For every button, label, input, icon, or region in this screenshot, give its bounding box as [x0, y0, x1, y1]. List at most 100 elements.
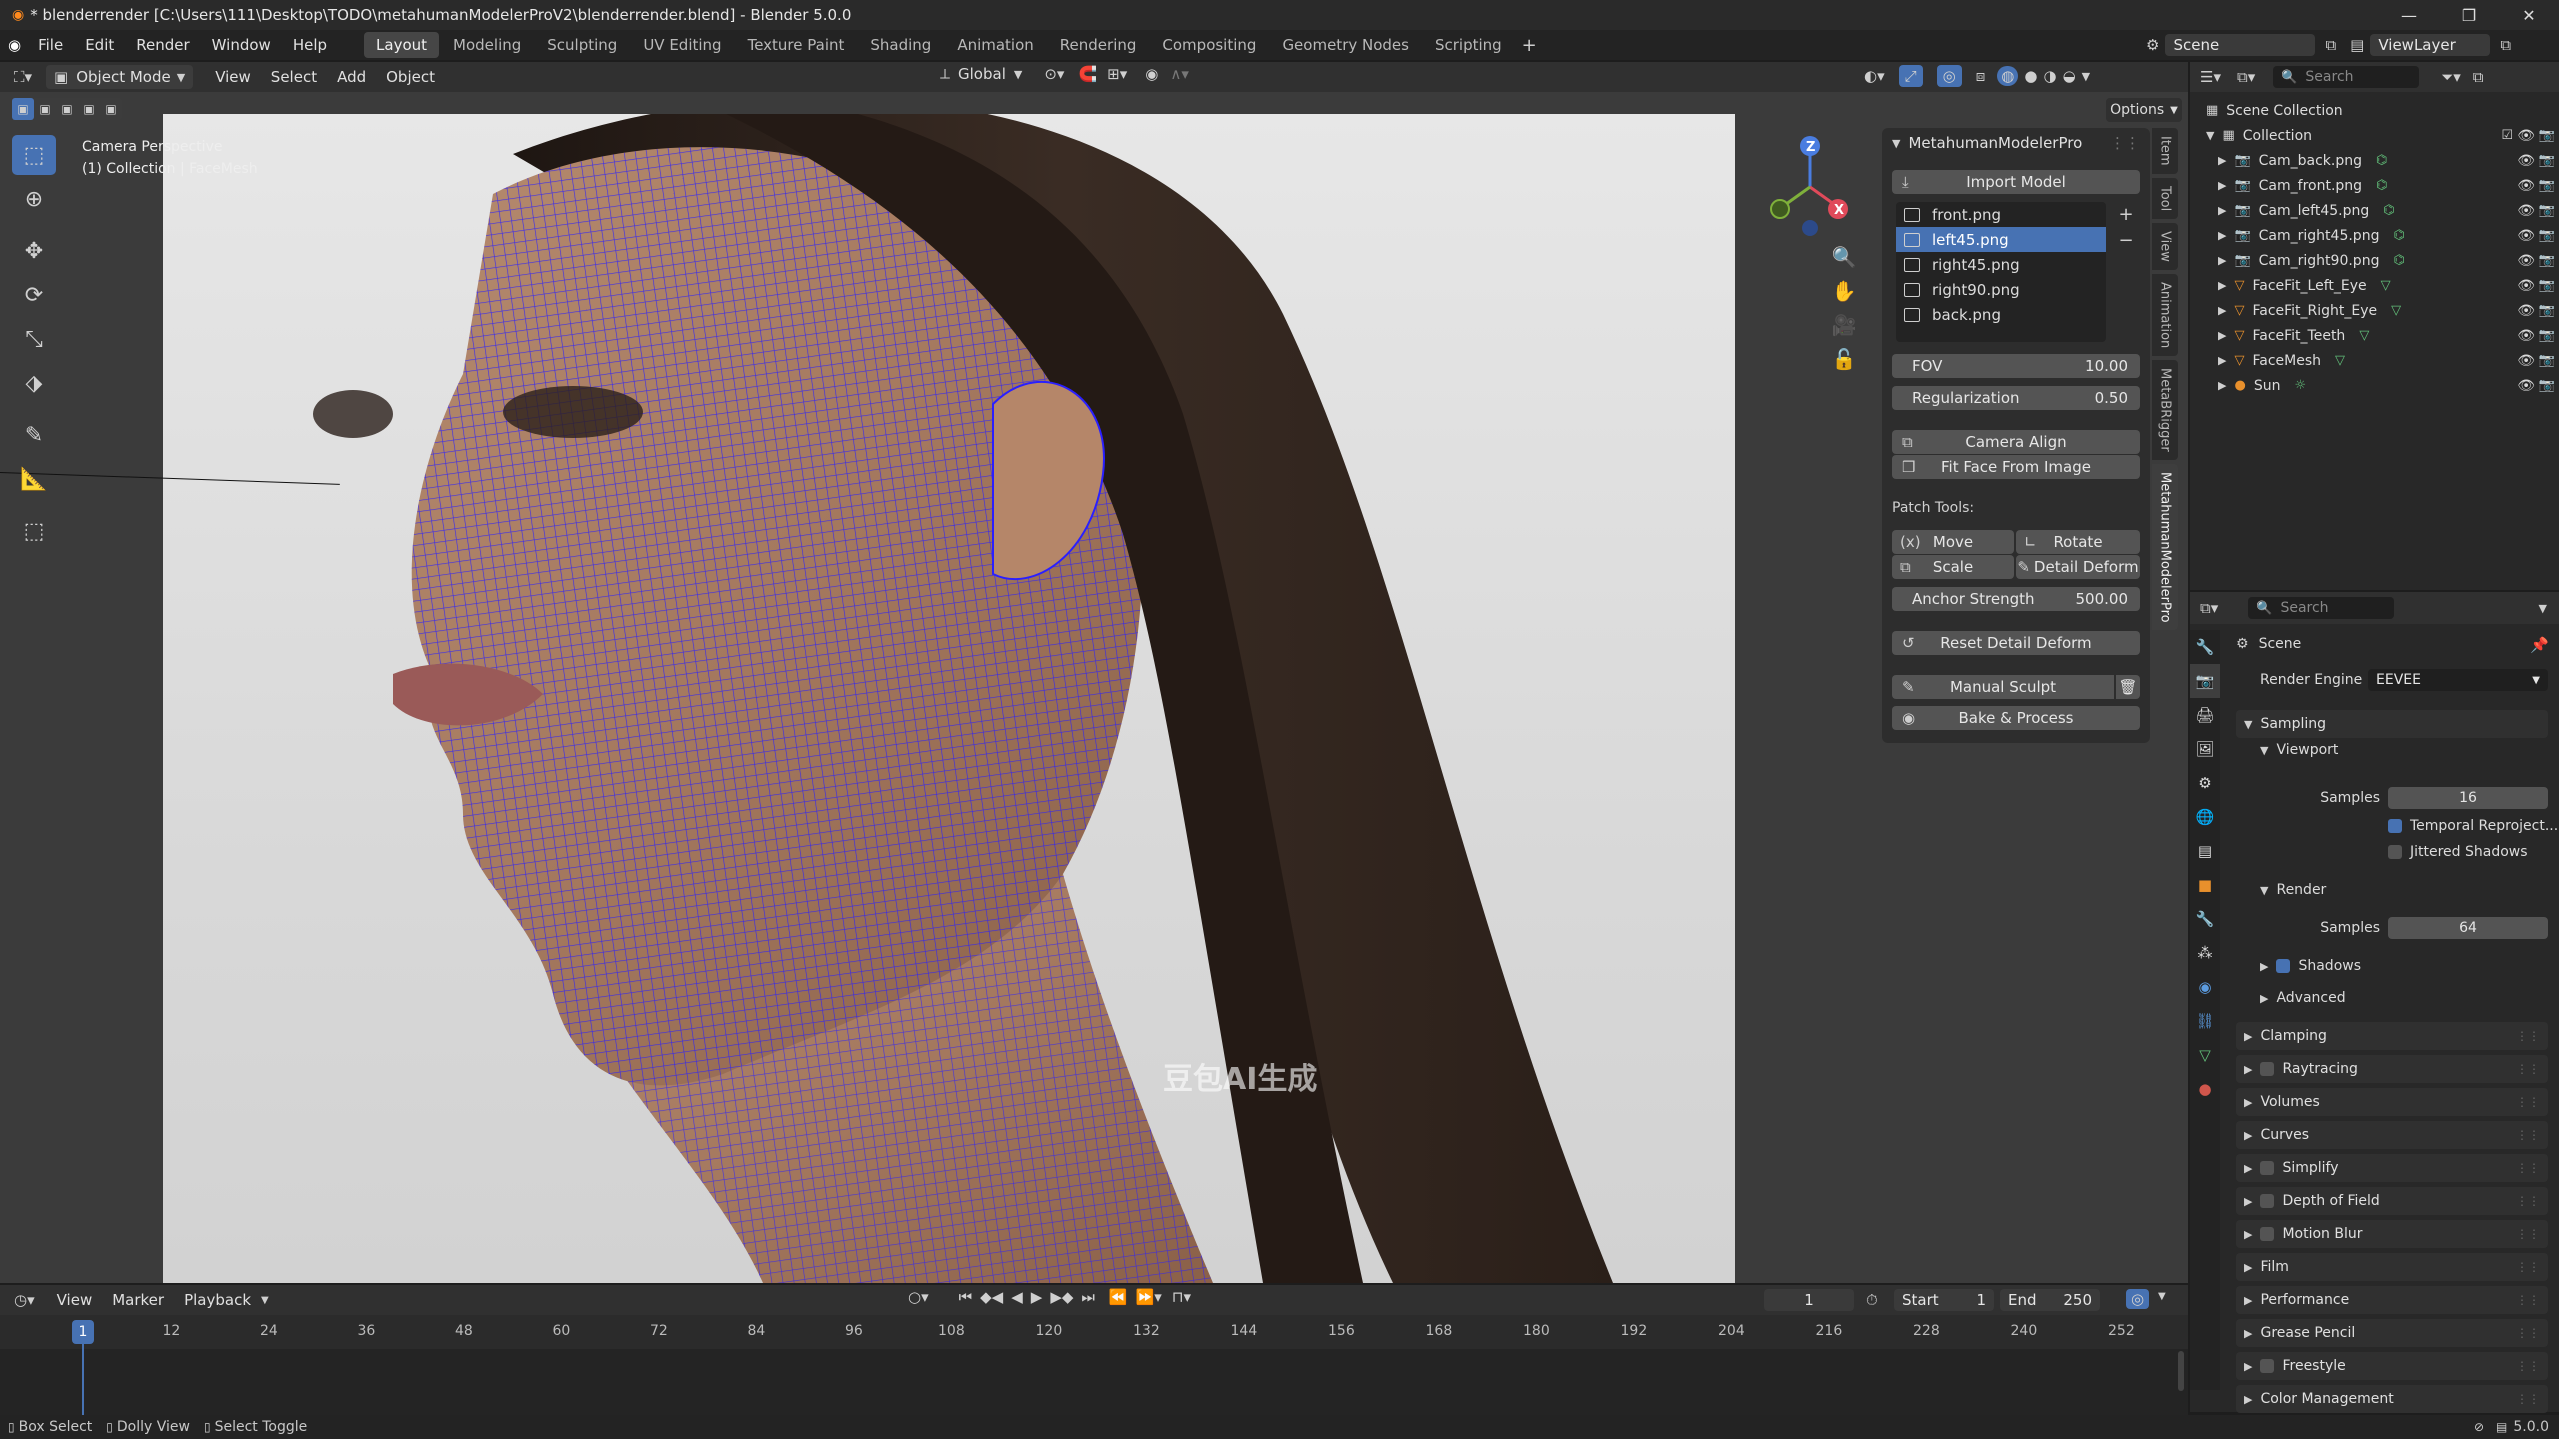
render-engine-dropdown[interactable]: EEVEE ▼ — [2368, 669, 2548, 691]
properties-search[interactable]: 🔍 Search — [2248, 597, 2395, 619]
xray-icon[interactable]: ⧈ — [1976, 67, 1986, 85]
menu-view[interactable]: View — [47, 1291, 103, 1309]
drag-handle-icon[interactable]: ⋮⋮ — [2516, 1128, 2540, 1142]
measure-tool[interactable]: 📐 — [12, 459, 56, 499]
drag-handle-icon[interactable]: ⋮⋮ — [2516, 1095, 2540, 1109]
cursor-tool[interactable]: ⊕ — [12, 179, 56, 219]
new-view-layer-icon[interactable]: ⧉ — [2500, 36, 2511, 54]
outliner-root[interactable]: ▦ Scene Collection — [2190, 98, 2559, 123]
section-sampling[interactable]: ▼ Sampling — [2236, 710, 2548, 738]
snap-target-icon[interactable]: ⊞▾ — [1107, 65, 1127, 83]
subsection-advanced[interactable]: ▶ Advanced — [2260, 990, 2346, 1006]
scale-tool[interactable]: ⤡ — [12, 319, 56, 359]
chevron-right-icon[interactable]: ▶ — [2218, 204, 2226, 217]
select-subtract-icon[interactable]: ▣ — [56, 98, 78, 120]
annotate-tool[interactable]: ✎ — [12, 415, 56, 455]
list-item[interactable]: left45.png — [1896, 227, 2106, 252]
chevron-down-icon[interactable]: ▼ — [2539, 602, 2547, 615]
move-button[interactable]: (x) Move — [1892, 530, 2014, 554]
render-camera-icon[interactable]: 📷 — [2539, 228, 2555, 243]
viewport-samples-field[interactable]: 16 — [2388, 787, 2548, 809]
mesh-data-icon[interactable]: ▽ — [2381, 278, 2391, 293]
constraints-tab-icon[interactable]: ⛓ — [2190, 1004, 2220, 1038]
add-cube-tool[interactable]: ⬚ — [12, 511, 56, 551]
chevron-right-icon[interactable]: ▶ — [2218, 379, 2226, 392]
list-item[interactable]: right45.png — [1896, 252, 2106, 277]
chevron-right-icon[interactable]: ▶ — [2218, 179, 2226, 192]
menu-add[interactable]: Add — [327, 68, 376, 86]
tool-tab-icon[interactable]: 🔧 — [2190, 630, 2220, 664]
move-tool[interactable]: ✥ — [12, 231, 56, 271]
select-box-tool[interactable]: ⬚ — [12, 135, 56, 175]
render-samples-field[interactable]: 64 — [2388, 917, 2548, 939]
outliner-item[interactable]: ▶ 📷 Cam_back.png ⌬ 👁 📷 — [2190, 148, 2559, 173]
timeline[interactable]: 12 24 36 48 60 72 84 96 108 120 132 144 156 168 180 192… — [0, 1315, 2188, 1415]
eye-icon[interactable]: 👁 — [2517, 178, 2535, 194]
view-layer-field[interactable]: ViewLayer — [2370, 34, 2491, 56]
remove-image-icon[interactable]: − — [2114, 228, 2138, 252]
tab-modeling[interactable]: Modeling — [441, 32, 533, 58]
overlay-icon[interactable]: ◎ — [2126, 1289, 2150, 1309]
close-button[interactable]: ✕ — [2499, 6, 2559, 25]
transform-tool[interactable]: ⬗ — [12, 363, 56, 403]
outliner-item[interactable]: ▶ ▽ FaceFit_Left_Eye ▽ 👁 📷 — [2190, 273, 2559, 298]
tab-scripting[interactable]: Scripting — [1423, 32, 1514, 58]
next-keyframe-icon[interactable]: ▶◆ — [1050, 1288, 1073, 1306]
select-invert-icon[interactable]: ▣ — [78, 98, 100, 120]
jittered-checkbox[interactable]: Jittered Shadows — [2388, 844, 2528, 860]
checkbox-icon[interactable] — [2260, 1359, 2275, 1373]
new-collection-icon[interactable]: ⧉ — [2473, 68, 2484, 86]
transform-orientation[interactable]: ⟂ Global ▼ ⊙▾ 🧲 ⊞▾ ◉ ∧▾ — [940, 65, 1189, 83]
eye-icon[interactable]: 👁 — [2517, 128, 2535, 144]
outliner-collection[interactable]: ▼ ▦ Collection ☑ 👁 📷 — [2190, 123, 2559, 148]
outliner-item[interactable]: ▶ 📷 Cam_right90.png ⌬ 👁 📷 — [2190, 248, 2559, 273]
gizmo-icon[interactable]: ⤢ — [1898, 65, 1923, 87]
temporal-checkbox[interactable]: Temporal Reproject... — [2388, 818, 2558, 834]
next-marker-icon[interactable]: ⏩▾ — [1136, 1288, 1162, 1306]
tab-metahumanmodelerpro[interactable]: MetahumanModelerPro — [2152, 463, 2178, 631]
panel-header[interactable]: ▼ MetahumanModelerPro ⋮⋮ — [1882, 128, 2150, 158]
start-frame-field[interactable]: Start 1 — [1894, 1289, 1994, 1311]
physics-tab-icon[interactable]: ◉ — [2190, 970, 2220, 1004]
jump-end-icon[interactable]: ⏭ — [1081, 1288, 1095, 1306]
view-layer-tab-icon[interactable]: 🖼 — [2190, 732, 2220, 766]
add-workspace-icon[interactable]: + — [1522, 35, 1537, 56]
section-volumes[interactable]: ▶ Volumes ⋮⋮ — [2236, 1088, 2548, 1116]
outliner-item[interactable]: ▶ ● Sun ☼ 👁 📷 — [2190, 373, 2559, 398]
pin-icon[interactable]: 📌 — [2530, 636, 2549, 654]
tab-shading[interactable]: Shading — [858, 32, 943, 58]
eye-icon[interactable]: 👁 — [2517, 253, 2535, 269]
menu-object[interactable]: Object — [376, 68, 445, 86]
drag-handle-icon[interactable]: ⋮⋮ — [2516, 1062, 2540, 1076]
lock-icon[interactable]: 🔓 — [1827, 342, 1861, 376]
outliner-item[interactable]: ▶ ▽ FaceMesh ▽ 👁 📷 — [2190, 348, 2559, 373]
chevron-right-icon[interactable]: ▶ — [2218, 154, 2226, 167]
menu-window[interactable]: Window — [201, 36, 282, 54]
fov-field[interactable]: FOV 10.00 — [1892, 354, 2140, 378]
chevron-right-icon[interactable]: ▶ — [2218, 329, 2226, 342]
3d-viewport[interactable]: 豆包AI生成 Camera Perspective (1) Collection… — [0, 92, 2188, 1283]
list-item[interactable]: right90.png — [1896, 277, 2106, 302]
current-frame-field[interactable]: 1 — [1764, 1289, 1854, 1311]
mode-dropdown[interactable]: ▣ Object Mode ▼ — [46, 65, 194, 89]
light-data-icon[interactable]: ☼ — [2294, 378, 2306, 393]
tab-sculpting[interactable]: Sculpting — [535, 32, 629, 58]
menu-help[interactable]: Help — [282, 36, 338, 54]
mesh-data-icon[interactable]: ▽ — [2335, 353, 2345, 368]
prev-marker-icon[interactable]: ⏪ — [1109, 1288, 1128, 1306]
eye-icon[interactable]: 👁 — [2517, 203, 2535, 219]
select-extend-icon[interactable]: ▣ — [34, 98, 56, 120]
render-tab-icon[interactable]: 📷 — [2190, 664, 2220, 698]
drag-handle-icon[interactable]: ⋮⋮ — [2516, 1392, 2540, 1406]
chevron-right-icon[interactable]: ▶ — [2218, 229, 2226, 242]
shading-wireframe-icon[interactable]: ◍ — [1997, 66, 2019, 86]
prev-keyframe-icon[interactable]: ◆◀ — [980, 1288, 1003, 1306]
render-camera-icon[interactable]: 📷 — [2539, 378, 2555, 393]
eye-icon[interactable]: 👁 — [2517, 153, 2535, 169]
outliner-item[interactable]: ▶ ▽ FaceFit_Teeth ▽ 👁 📷 — [2190, 323, 2559, 348]
tab-item[interactable]: Item — [2152, 128, 2178, 174]
select-new-icon[interactable]: ▣ — [12, 98, 34, 120]
checkbox-icon[interactable] — [2260, 1194, 2275, 1208]
chevron-down-icon[interactable]: ▼ — [2158, 1291, 2166, 1302]
editor-type-icon[interactable]: ⛶▾ — [14, 68, 32, 86]
